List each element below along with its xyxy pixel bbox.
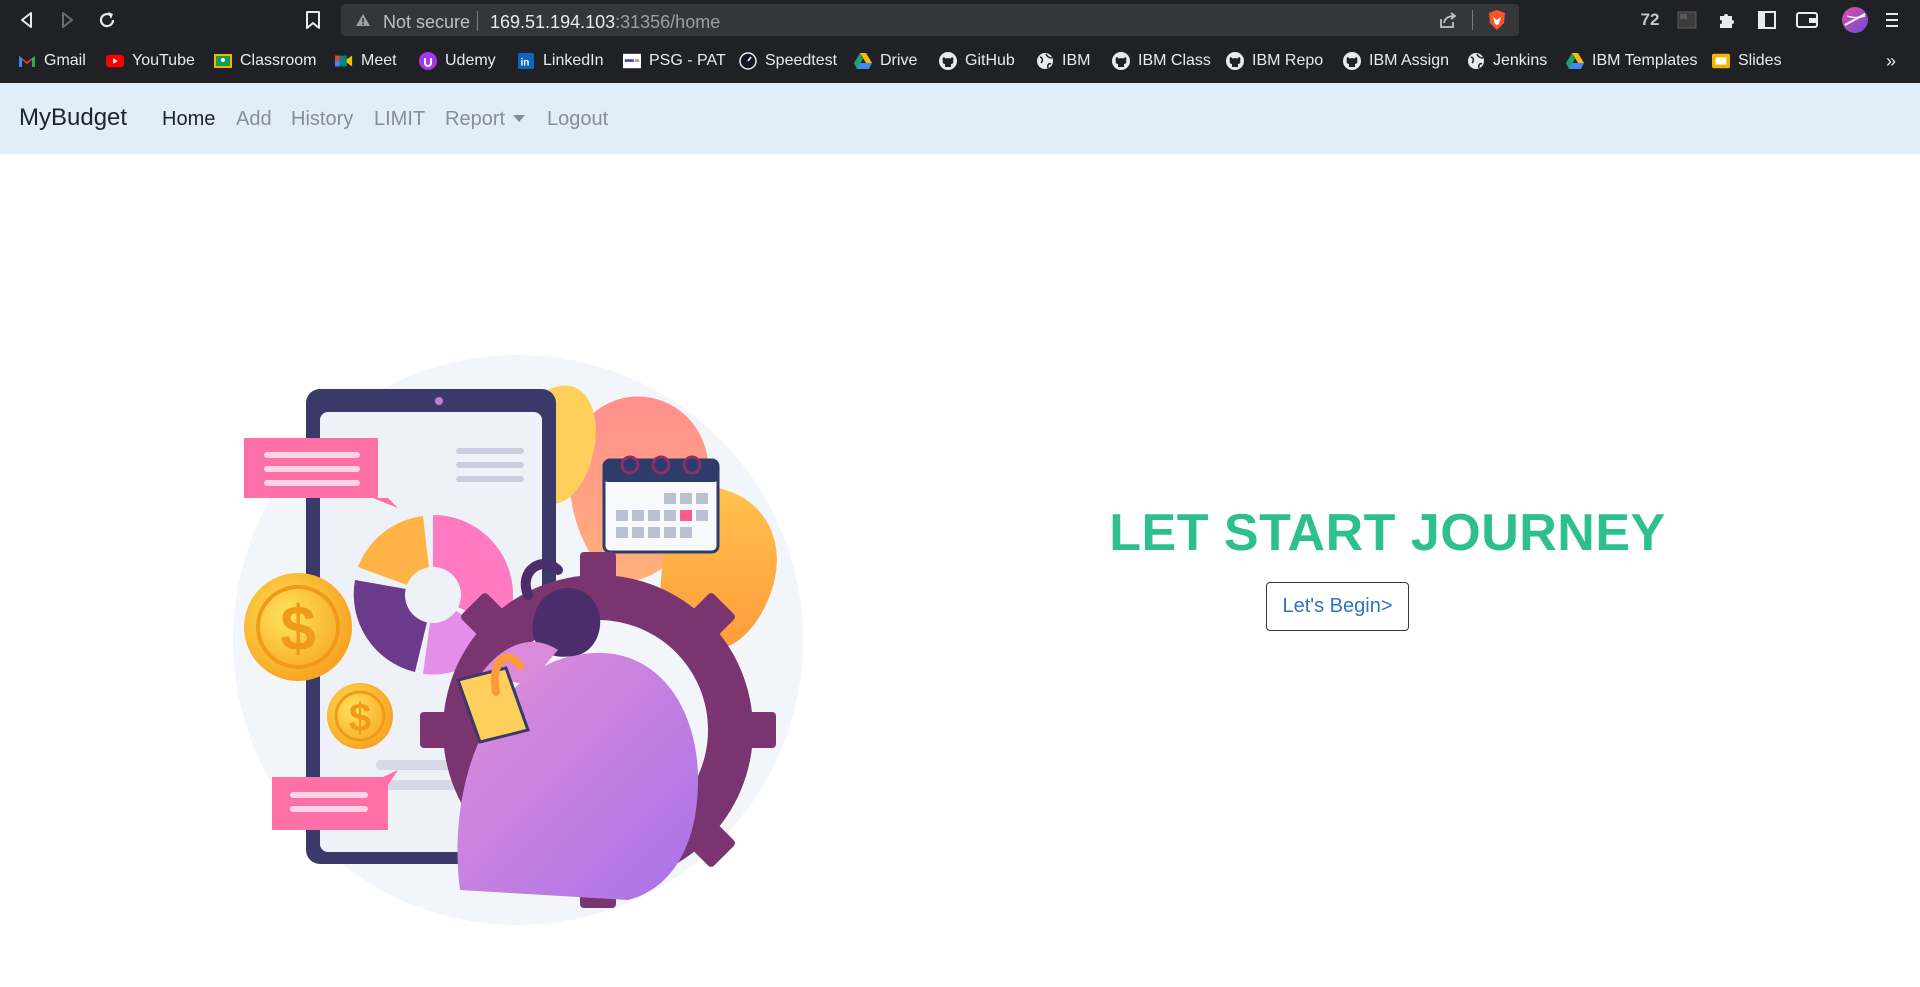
finance-illustration: $ $ — [228, 330, 808, 930]
url-path: :31356/home — [615, 12, 721, 32]
bookmark-github[interactable]: GitHub — [939, 50, 1015, 72]
menu-icon[interactable] — [1882, 8, 1902, 32]
globe-icon — [1467, 52, 1485, 70]
bookmark-speedtest[interactable]: Speedtest — [739, 50, 837, 72]
bookmark-ibm[interactable]: IBM — [1036, 50, 1090, 72]
bookmark-linkedin[interactable]: in LinkedIn — [517, 50, 604, 72]
github-icon — [939, 52, 957, 70]
bookmark-drive[interactable]: Drive — [854, 50, 917, 72]
forward-icon[interactable] — [54, 7, 80, 33]
wallet-icon[interactable] — [1796, 8, 1818, 32]
browser-toolbar: Not secure 169.51.194.103:31356/home 72 — [0, 0, 1920, 40]
bookmark-label: IBM Class — [1138, 52, 1211, 69]
bookmark-label: IBM — [1062, 52, 1091, 69]
omnibox-divider-2 — [1472, 10, 1473, 30]
bookmark-jenkins[interactable]: Jenkins — [1467, 50, 1547, 72]
bookmark-icon[interactable] — [300, 7, 326, 33]
bookmark-label: LinkedIn — [543, 52, 604, 69]
bookmark-label: IBM Templates — [1592, 52, 1698, 69]
bookmark-ibm-assign[interactable]: IBM Assign — [1343, 50, 1449, 72]
profile-avatar[interactable] — [1840, 5, 1870, 35]
drive-icon — [854, 52, 872, 70]
bookmark-label: Classroom — [240, 52, 317, 69]
nav-logout[interactable]: Logout — [547, 108, 608, 131]
bookmark-label: YouTube — [132, 52, 195, 69]
nav-add[interactable]: Add — [236, 108, 272, 131]
bookmark-label: Slides — [1738, 52, 1782, 69]
bookmark-classroom[interactable]: Classroom — [214, 50, 316, 72]
globe-icon — [1036, 52, 1054, 70]
extension-badge[interactable]: 72 — [1636, 8, 1664, 32]
share-icon[interactable] — [1438, 11, 1458, 34]
svg-text:$: $ — [349, 696, 371, 740]
nav-report-dropdown[interactable]: Report — [445, 108, 526, 131]
nav-report-label: Report — [445, 108, 506, 130]
nav-home[interactable]: Home — [162, 108, 215, 131]
youtube-icon — [106, 52, 124, 70]
bookmark-label: Meet — [361, 52, 397, 69]
slides-icon — [1712, 52, 1730, 70]
brand-logo[interactable]: MyBudget — [19, 104, 127, 132]
reload-icon[interactable] — [94, 7, 120, 33]
svg-text:$: $ — [280, 592, 316, 664]
bookmark-slides[interactable]: Slides — [1712, 50, 1782, 72]
puzzle-icon[interactable] — [1716, 8, 1738, 32]
url-host: 169.51.194.103 — [490, 12, 616, 32]
back-icon[interactable] — [14, 7, 40, 33]
github-icon — [1343, 52, 1361, 70]
psg-icon — [623, 52, 641, 70]
classroom-icon — [214, 52, 232, 70]
nav-limit[interactable]: LIMIT — [374, 108, 425, 131]
bookmark-label: IBM Assign — [1369, 52, 1450, 69]
bookmark-label: Speedtest — [765, 52, 838, 69]
bookmark-ibm-repo[interactable]: IBM Repo — [1226, 50, 1323, 72]
bookmark-label: GitHub — [965, 52, 1015, 69]
bookmark-label: Jenkins — [1493, 52, 1548, 69]
omnibox-divider — [477, 11, 478, 31]
lets-begin-button[interactable]: Let's Begin> — [1266, 582, 1409, 631]
linkedin-icon: in — [517, 52, 535, 70]
udemy-icon — [419, 52, 437, 70]
nav-history[interactable]: History — [291, 108, 353, 131]
gmail-icon — [18, 52, 36, 70]
bookmark-psg-pat[interactable]: PSG - PAT — [623, 50, 726, 72]
extension-icon[interactable] — [1676, 8, 1698, 32]
bookmark-youtube[interactable]: YouTube — [106, 50, 195, 72]
bookmark-udemy[interactable]: Udemy — [419, 50, 496, 72]
caret-down-icon — [513, 115, 526, 122]
more-bookmarks-button[interactable]: » — [1886, 50, 1896, 72]
hero-title: LET START JOURNEY — [1109, 504, 1666, 562]
sidebar-icon[interactable] — [1756, 8, 1778, 32]
github-icon — [1226, 52, 1244, 70]
bookmark-ibm-templates[interactable]: IBM Templates — [1566, 50, 1698, 72]
warning-icon — [355, 13, 371, 32]
bookmark-label: IBM Repo — [1252, 52, 1324, 69]
url-text[interactable]: 169.51.194.103:31356/home — [490, 12, 720, 32]
bookmark-label: Udemy — [445, 52, 496, 69]
bookmark-meet[interactable]: Meet — [335, 50, 397, 72]
bookmark-label: Gmail — [44, 52, 86, 69]
address-bar[interactable]: Not secure 169.51.194.103:31356/home — [341, 4, 1519, 36]
meet-icon — [335, 52, 353, 70]
bookmark-ibm-class[interactable]: IBM Class — [1112, 50, 1211, 72]
speedtest-icon — [739, 52, 757, 70]
security-label: Not secure — [383, 12, 471, 32]
github-icon — [1112, 52, 1130, 70]
bookmark-gmail[interactable]: Gmail — [18, 50, 86, 72]
brave-shield-icon[interactable] — [1486, 9, 1508, 36]
bookmark-label: PSG - PAT — [649, 52, 726, 69]
bookmarks-bar: Gmail YouTube Classroom Meet Udemy in Li… — [0, 40, 1920, 83]
svg-text:in: in — [521, 58, 530, 69]
bookmark-label: Drive — [880, 52, 918, 69]
drive-icon — [1566, 52, 1584, 70]
app-navbar: MyBudget Home Add History LIMIT Report L… — [0, 83, 1920, 154]
